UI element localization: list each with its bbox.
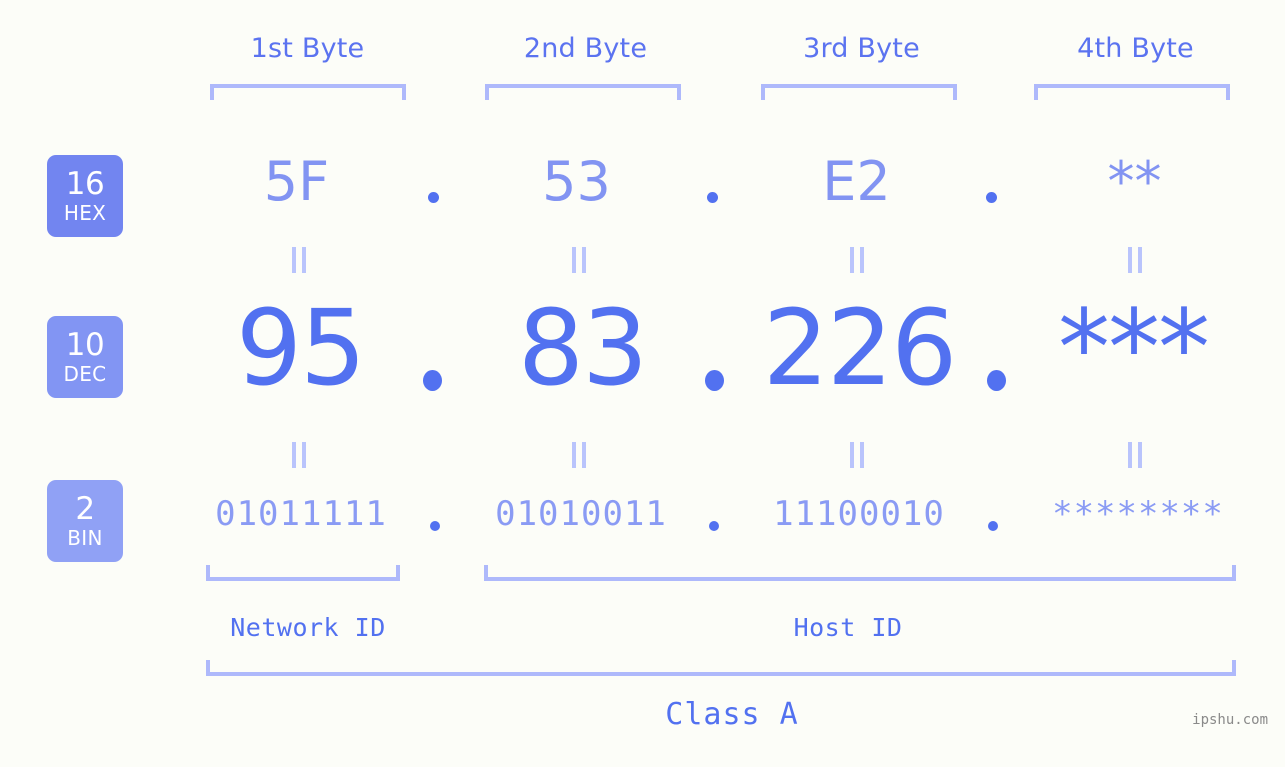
ip-breakdown-diagram: 1st Byte 2nd Byte 3rd Byte 4th Byte 16 H… [0,0,1285,767]
base-badge-hex: 16 HEX [47,155,123,237]
host-id-bracket [484,565,1236,581]
equals-indicator-hex-dec-4 [1127,247,1143,273]
equals-indicator-dec-bin-1 [291,442,307,468]
bin-separator-3 [988,521,998,531]
byte-header-1: 1st Byte [250,33,365,64]
base-badge-bin: 2 BIN [47,480,123,562]
equals-indicator-hex-dec-3 [849,247,865,273]
hex-byte-2: 53 [542,150,611,213]
bin-separator-1 [430,521,440,531]
hex-separator-2 [707,192,718,203]
bin-byte-3: 11100010 [773,494,945,534]
base-badge-hex-number: 16 [65,166,105,202]
class-bracket [206,660,1236,676]
byte-bracket-top-2 [485,84,681,100]
dec-separator-3 [987,370,1006,391]
host-id-label: Host ID [793,613,903,642]
hex-byte-4: ** [1107,150,1162,213]
dec-byte-2: 83 [517,287,648,409]
equals-indicator-hex-dec-2 [571,247,587,273]
hex-byte-3: E2 [822,150,891,213]
dec-byte-1: 95 [235,287,366,409]
hex-separator-3 [986,192,997,203]
class-label: Class A [665,697,799,732]
byte-bracket-top-3 [761,84,957,100]
network-id-bracket [206,565,400,581]
byte-header-4: 4th Byte [1077,33,1194,64]
bin-byte-4: ******** [1052,494,1224,534]
bin-byte-1: 01011111 [215,494,387,534]
byte-header-2: 2nd Byte [523,33,648,64]
base-badge-dec-number: 10 [65,327,105,363]
equals-indicator-hex-dec-1 [291,247,307,273]
base-badge-bin-abbr: BIN [67,526,103,550]
equals-indicator-dec-bin-4 [1127,442,1143,468]
network-id-label: Network ID [230,613,386,642]
byte-bracket-top-1 [210,84,406,100]
byte-header-3: 3rd Byte [803,33,920,64]
base-badge-dec: 10 DEC [47,316,123,398]
equals-indicator-dec-bin-3 [849,442,865,468]
dec-separator-1 [423,370,442,391]
bin-byte-2: 01010011 [495,494,667,534]
dec-separator-2 [705,370,724,391]
base-badge-bin-number: 2 [75,491,95,527]
base-badge-dec-abbr: DEC [63,362,107,386]
hex-separator-1 [428,192,439,203]
hex-byte-1: 5F [263,150,330,213]
base-badge-hex-abbr: HEX [63,201,107,225]
bin-separator-2 [709,521,719,531]
byte-bracket-top-4 [1034,84,1230,100]
dec-byte-4: *** [1058,287,1210,409]
equals-indicator-dec-bin-2 [571,442,587,468]
dec-byte-3: 226 [762,287,958,409]
site-watermark: ipshu.com [1192,712,1268,728]
